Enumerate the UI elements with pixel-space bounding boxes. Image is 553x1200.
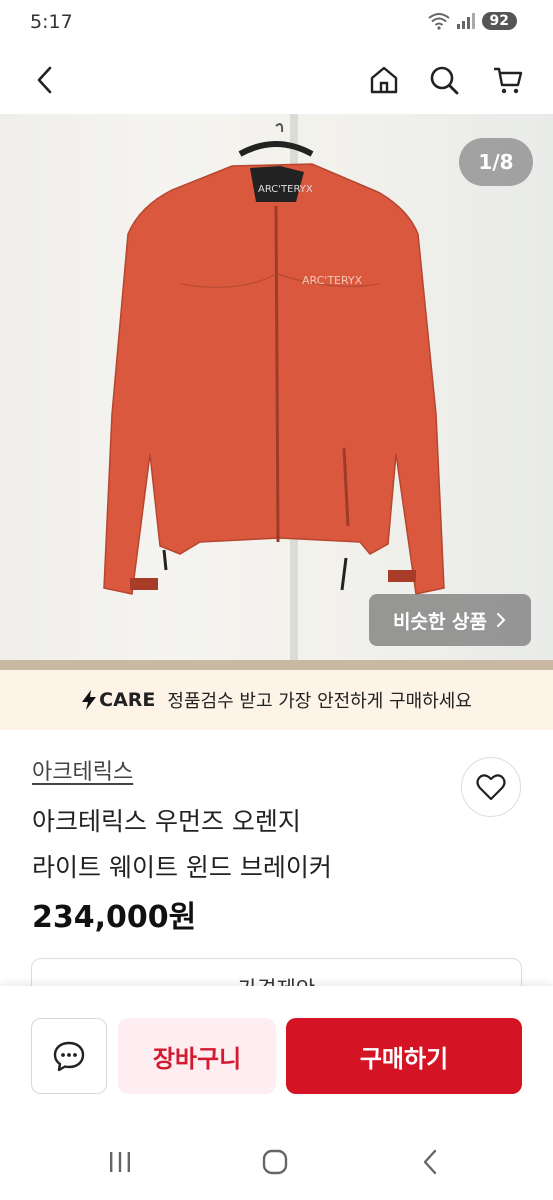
- back-button[interactable]: [24, 58, 68, 102]
- system-nav-bar: [0, 1120, 553, 1200]
- search-icon: [430, 66, 459, 95]
- recents-icon: [110, 1152, 130, 1172]
- bottom-action-bar: 장바구니 구매하기: [0, 986, 553, 1120]
- chevron-left-icon: [37, 66, 52, 94]
- app-header: [0, 46, 553, 114]
- status-icons: 92: [427, 12, 517, 30]
- care-message: 정품검수 받고 가장 안전하게 구매하세요: [167, 691, 472, 712]
- wifi-icon: [427, 13, 450, 30]
- care-logo: CARE: [81, 689, 155, 711]
- system-back-button[interactable]: [410, 1142, 450, 1182]
- chat-bubble-icon: [53, 1041, 85, 1072]
- product-title-line2: 라이트 웨이트 윈드 브레이커: [32, 853, 332, 882]
- signal-icon: [456, 13, 475, 29]
- brand-link[interactable]: 아크테릭스: [32, 754, 133, 786]
- search-button[interactable]: [422, 58, 466, 102]
- home-button[interactable]: [362, 58, 406, 102]
- svg-text:ARC'TERYX: ARC'TERYX: [302, 274, 363, 287]
- status-time: 5:17: [30, 11, 73, 33]
- chat-button[interactable]: [31, 1018, 107, 1094]
- product-title-line1: 아크테릭스 우먼즈 오렌지: [32, 807, 301, 836]
- care-banner[interactable]: CARE 정품검수 받고 가장 안전하게 구매하세요: [0, 670, 553, 730]
- status-bar: 5:17 92: [0, 0, 553, 46]
- buy-now-button[interactable]: 구매하기: [286, 1018, 522, 1094]
- add-to-cart-button[interactable]: 장바구니: [118, 1018, 276, 1094]
- similar-products-button[interactable]: 비슷한 상품: [369, 594, 531, 646]
- svg-text:ARC'TERYX: ARC'TERYX: [258, 184, 313, 195]
- product-image-gallery[interactable]: ARC'TERYX ARC'TERYX 1/8 비슷한 상품: [0, 114, 553, 670]
- chevron-right-icon: [497, 613, 506, 627]
- product-price: 234,000원: [32, 900, 197, 935]
- cart-button[interactable]: [486, 58, 530, 102]
- lightning-icon: [82, 690, 97, 710]
- battery-indicator: 92: [481, 12, 517, 30]
- system-home-button[interactable]: [255, 1142, 295, 1182]
- heart-icon: [476, 774, 506, 801]
- cart-icon: [494, 67, 523, 94]
- floor-strip: [0, 660, 553, 670]
- home-circle-icon: [262, 1149, 288, 1175]
- like-button[interactable]: [461, 757, 521, 817]
- recents-button[interactable]: [100, 1142, 140, 1182]
- product-photo: ARC'TERYX ARC'TERYX: [103, 114, 445, 670]
- home-icon: [370, 66, 398, 94]
- back-arrow-icon: [423, 1149, 437, 1175]
- care-brand-text: CARE: [99, 689, 156, 711]
- similar-products-label: 비슷한 상품: [392, 610, 487, 633]
- image-counter: 1/8: [459, 138, 533, 186]
